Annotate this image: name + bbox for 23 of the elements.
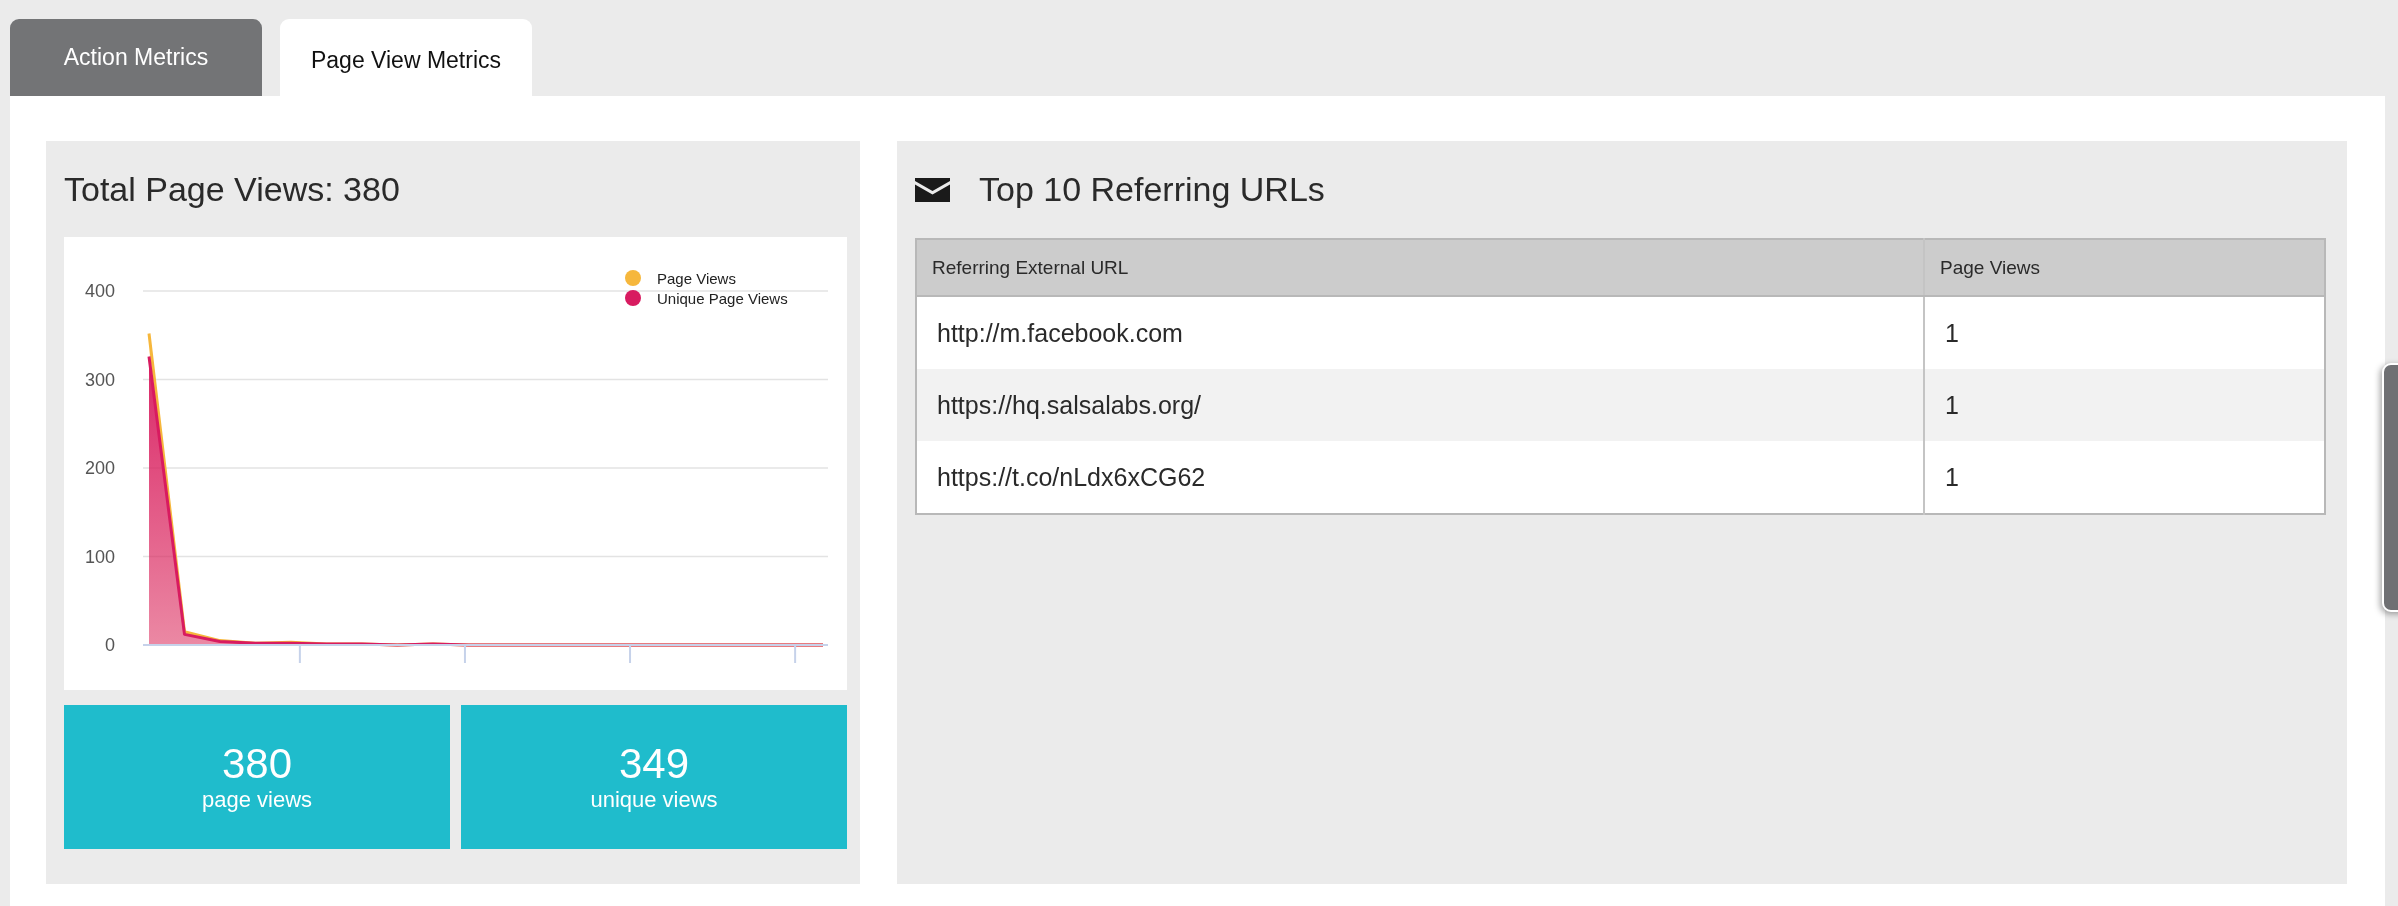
table-cell: 1 bbox=[1924, 369, 2325, 441]
tab[interactable]: Page View Metrics bbox=[280, 19, 532, 96]
axis-label: 100 bbox=[84, 546, 115, 567]
axis-label: 0 bbox=[105, 635, 115, 655]
table-cell: 1 bbox=[1924, 441, 2325, 514]
envelope-icon bbox=[915, 177, 950, 202]
stat-value: 349 bbox=[618, 741, 690, 787]
axis-label: 300 bbox=[84, 369, 115, 390]
table-cell: https://hq.salsalabs.org/ bbox=[916, 369, 1924, 441]
table-cell: https://t.co/nLdx6xCG62 bbox=[916, 441, 1924, 514]
axis-label: 200 bbox=[84, 458, 115, 478]
axis-label: 400 bbox=[84, 281, 115, 301]
stat-label: unique views bbox=[590, 787, 718, 813]
card-title: Total Page Views: 380 bbox=[64, 169, 400, 209]
legend-label: Page Views bbox=[657, 270, 736, 287]
stat-value: 380 bbox=[221, 741, 293, 787]
tab[interactable]: Action Metrics bbox=[10, 19, 262, 96]
table-cell: 1 bbox=[1924, 296, 2325, 369]
legend-label: Unique Page Views bbox=[657, 290, 788, 307]
column-header: Page Views bbox=[1924, 239, 2325, 296]
column-header: Referring External URL bbox=[916, 239, 1924, 296]
card-title: Top 10 Referring URLs bbox=[979, 170, 1325, 209]
stat-label: page views bbox=[201, 787, 313, 813]
